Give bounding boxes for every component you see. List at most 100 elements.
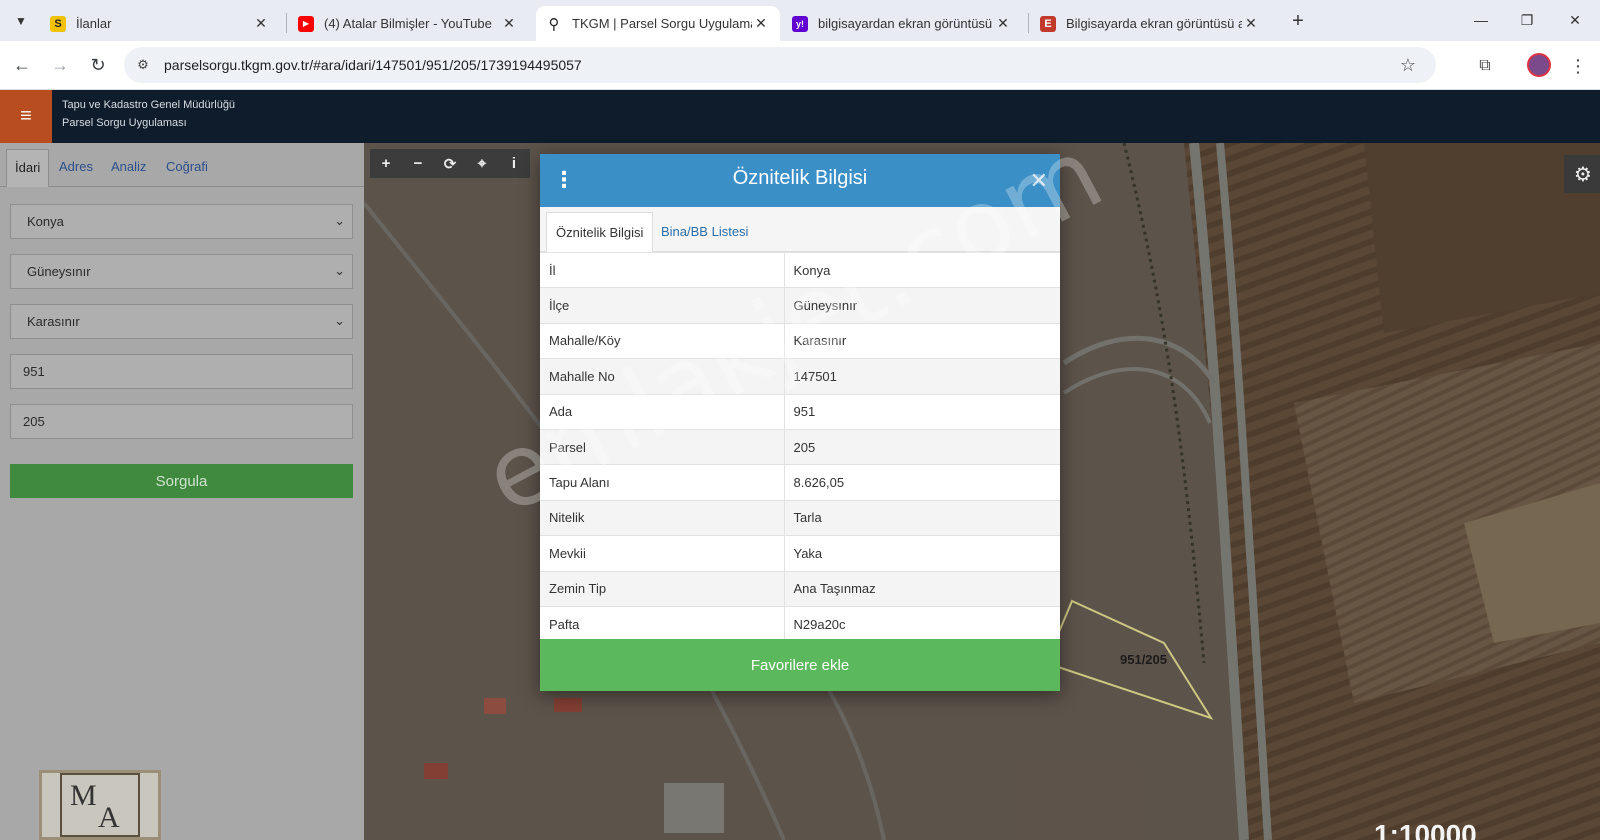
query-tabs: İdari Adres Analiz Coğrafi bbox=[0, 149, 364, 187]
info-icon[interactable]: i bbox=[498, 149, 530, 178]
tab-favicon-s-icon: S bbox=[50, 15, 66, 32]
new-tab-plus-icon[interactable]: + bbox=[1286, 9, 1310, 33]
reload-icon[interactable]: ↻ bbox=[84, 51, 112, 79]
sorgula-button[interactable]: Sorgula bbox=[10, 464, 353, 498]
chevron-down-icon: ⌄ bbox=[334, 263, 345, 278]
attribute-value: 147501 bbox=[784, 358, 1060, 395]
dialog-header: ⋮ Öznitelik Bilgisi ✕ bbox=[540, 154, 1060, 207]
table-row: Parsel 205 bbox=[540, 428, 1060, 465]
extensions-puzzle-icon[interactable]: ⧉ bbox=[1472, 53, 1498, 79]
tab-cografi[interactable]: Coğrafi bbox=[158, 149, 216, 187]
tab-title: İlanlar bbox=[76, 16, 112, 31]
zoom-in-icon[interactable]: + bbox=[370, 149, 402, 178]
parsel-input[interactable]: 205 bbox=[10, 404, 353, 439]
ilce-select[interactable]: Güneysınır ⌄ bbox=[10, 254, 353, 289]
attribute-value: Güneysınır bbox=[784, 287, 1060, 324]
tab-favicon-e-icon: E bbox=[1040, 15, 1056, 32]
attribute-key: Tapu Alanı bbox=[540, 464, 785, 501]
tab-title: bilgisayardan ekran görüntüsü a bbox=[818, 16, 994, 31]
tab-title: (4) Atalar Bilmişler - YouTube bbox=[324, 16, 492, 31]
browser-tab-strip: ▼ S İlanlar ✕ ▶ (4) Atalar Bilmişler - Y… bbox=[0, 0, 1600, 41]
table-row: Tapu Alanı 8.626,05 bbox=[540, 464, 1060, 501]
browser-tab-tkgm[interactable]: ⚲ TKGM | Parsel Sorgu Uygulamas ✕ bbox=[536, 6, 780, 41]
attribute-value: 205 bbox=[784, 428, 1060, 465]
mahalle-select-value: Karasınır bbox=[27, 314, 80, 329]
browser-tab-ilanlar[interactable]: S İlanlar ✕ bbox=[40, 6, 280, 41]
attribute-key: Zemin Tip bbox=[540, 570, 785, 607]
table-row: Mahalle No 147501 bbox=[540, 358, 1060, 395]
table-row: Pafta N29a20c bbox=[540, 605, 1060, 642]
dialog-close-icon[interactable]: ✕ bbox=[1030, 168, 1048, 194]
attribute-table: İl Konya İlçe Güneysınır Mahalle/Köy Karasını… bbox=[540, 251, 1060, 642]
map-settings-gear-icon[interactable]: ⚙ bbox=[1564, 155, 1600, 193]
tab-close-icon[interactable]: ✕ bbox=[994, 15, 1012, 33]
url-text[interactable]: parselsorgu.tkgm.gov.tr/#ara/idari/14750… bbox=[164, 57, 582, 73]
browser-toolbar: ← → ↻ ⚙ parselsorgu.tkgm.gov.tr/#ara/ida… bbox=[0, 41, 1600, 90]
table-row: Nitelik Tarla bbox=[540, 499, 1060, 536]
app-title: Parsel Sorgu Uygulaması bbox=[62, 117, 187, 129]
tab-close-icon[interactable]: ✕ bbox=[500, 15, 518, 33]
attribute-value: 8.626,05 bbox=[784, 464, 1060, 501]
tab-adres[interactable]: Adres bbox=[51, 149, 101, 187]
agency-logo: M A bbox=[39, 770, 161, 840]
yahoo-icon: y! bbox=[792, 15, 808, 32]
browser-tab-youtube[interactable]: ▶ (4) Atalar Bilmişler - YouTube ✕ bbox=[288, 6, 528, 41]
il-select[interactable]: Konya ⌄ bbox=[10, 204, 353, 239]
tab-oznitelik-bilgisi[interactable]: Öznitelik Bilgisi bbox=[546, 212, 654, 252]
add-to-favorites-button[interactable]: Favorilere ekle bbox=[540, 639, 1060, 691]
window-close-icon[interactable]: ✕ bbox=[1560, 8, 1590, 32]
attribute-key: Mahalle/Köy bbox=[540, 322, 785, 359]
tab-title: TKGM | Parsel Sorgu Uygulamas bbox=[572, 16, 752, 31]
logo-letter-a: A bbox=[98, 801, 120, 834]
chevron-down-icon: ⌄ bbox=[334, 213, 345, 228]
profile-avatar[interactable] bbox=[1527, 53, 1551, 77]
attribute-key: Ada bbox=[540, 393, 785, 430]
hamburger-menu-icon[interactable]: ≡ bbox=[0, 90, 52, 143]
table-row: İl Konya bbox=[540, 251, 1060, 288]
tab-close-icon[interactable]: ✕ bbox=[252, 15, 270, 33]
dialog-title: Öznitelik Bilgisi bbox=[732, 167, 868, 189]
logo-frame: M A bbox=[60, 773, 140, 837]
address-bar[interactable]: ⚙ parselsorgu.tkgm.gov.tr/#ara/idari/147… bbox=[124, 47, 1436, 83]
tab-close-icon[interactable]: ✕ bbox=[1242, 15, 1260, 33]
browser-tab-ekran[interactable]: E Bilgisayarda ekran görüntüsü al ✕ bbox=[1030, 6, 1270, 41]
restore-icon[interactable]: ❐ bbox=[1512, 8, 1542, 32]
tab-separator bbox=[1028, 13, 1029, 33]
attribute-key: İl bbox=[540, 251, 785, 288]
table-row: Mahalle/Köy Karasınır bbox=[540, 322, 1060, 359]
chevron-down-icon: ⌄ bbox=[334, 313, 345, 328]
tab-analiz[interactable]: Analiz bbox=[103, 149, 154, 187]
attribute-value: 951 bbox=[784, 393, 1060, 430]
zoom-out-icon[interactable]: − bbox=[402, 149, 434, 178]
back-arrow-icon[interactable]: ← bbox=[8, 51, 36, 79]
tab-bina-bb-listesi[interactable]: Bina/BB Listesi bbox=[652, 212, 757, 252]
tab-search-chevron-icon[interactable]: ▼ bbox=[8, 8, 34, 34]
mahalle-select[interactable]: Karasınır ⌄ bbox=[10, 304, 353, 339]
left-query-panel: İdari Adres Analiz Coğrafi Konya ⌄ Güney… bbox=[0, 143, 364, 840]
dialog-tabs: Öznitelik Bilgisi Bina/BB Listesi bbox=[540, 207, 1060, 252]
map-scale: 1:10000 bbox=[1374, 819, 1477, 840]
attribute-value: Tarla bbox=[784, 499, 1060, 536]
map-pin-icon: ⚲ bbox=[548, 15, 560, 33]
youtube-icon: ▶ bbox=[298, 15, 314, 32]
attribute-value: Ana Taşınmaz bbox=[784, 570, 1060, 607]
tab-idari[interactable]: İdari bbox=[6, 149, 50, 187]
tab-close-icon[interactable]: ✕ bbox=[752, 15, 770, 33]
minimize-icon[interactable]: — bbox=[1466, 8, 1496, 32]
site-settings-icon[interactable]: ⚙ bbox=[134, 56, 152, 74]
attribute-value: N29a20c bbox=[784, 605, 1060, 642]
tab-separator bbox=[286, 13, 287, 33]
forward-arrow-icon[interactable]: → bbox=[46, 51, 74, 79]
il-select-value: Konya bbox=[27, 214, 64, 229]
browser-menu-icon[interactable]: ⋮ bbox=[1568, 53, 1588, 79]
map-toolbar: + − ⟳ ⌖ i bbox=[370, 149, 530, 178]
attribute-key: Mevkii bbox=[540, 535, 785, 572]
attribute-key: Parsel bbox=[540, 428, 785, 465]
browser-tab-yahoo[interactable]: y! bilgisayardan ekran görüntüsü a ✕ bbox=[782, 6, 1022, 41]
attribute-value: Yaka bbox=[784, 535, 1060, 572]
refresh-icon[interactable]: ⟳ bbox=[434, 149, 466, 178]
ada-input[interactable]: 951 bbox=[10, 354, 353, 389]
table-row: Mevkii Yaka bbox=[540, 535, 1060, 572]
locate-crosshair-icon[interactable]: ⌖ bbox=[466, 149, 498, 178]
bookmark-star-icon[interactable]: ☆ bbox=[1400, 55, 1416, 76]
